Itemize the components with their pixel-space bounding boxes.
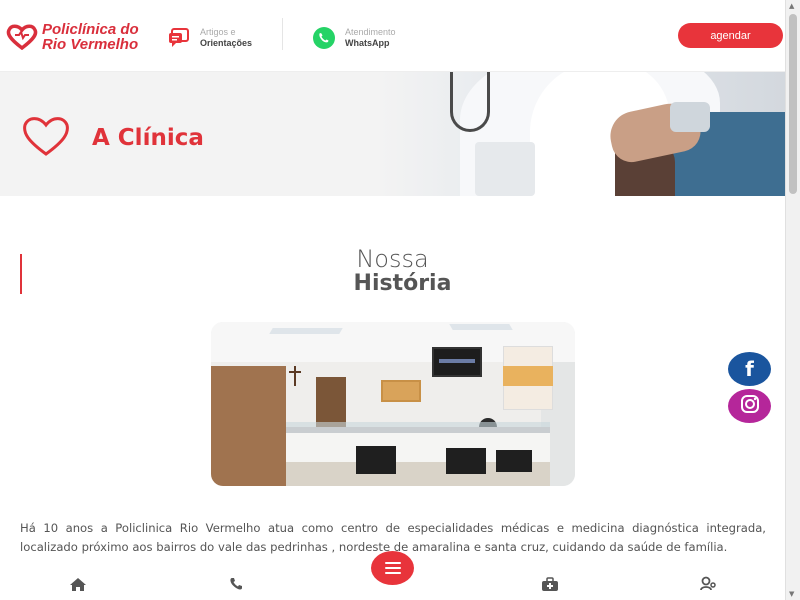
menu-icon-bar	[384, 562, 401, 564]
agendar-button[interactable]: agendar	[678, 23, 783, 48]
whatsapp-link-label: WhatsApp	[345, 38, 390, 48]
menu-icon-bar	[384, 567, 401, 569]
whatsapp-link-small: Atendimento	[345, 27, 396, 37]
logo-heart-icon	[6, 24, 38, 51]
medkit-icon[interactable]	[541, 576, 559, 592]
menu-button[interactable]	[371, 551, 414, 585]
articles-link-label: Orientações	[200, 38, 253, 48]
logo-line2: Rio Vermelho	[42, 36, 139, 53]
chat-card-icon	[166, 25, 192, 51]
phone-icon[interactable]	[227, 576, 245, 592]
header-divider	[282, 18, 283, 50]
menu-icon-bar	[384, 572, 401, 574]
reception-photo	[211, 322, 575, 486]
section-heading-light: Nossa	[356, 245, 429, 273]
scrollbar[interactable]: ▲ ▼	[785, 0, 800, 600]
whatsapp-link[interactable]: Atendimento WhatsApp	[311, 25, 396, 51]
logo[interactable]: Policlínica do Rio Vermelho	[6, 22, 139, 52]
articles-link-small: Artigos e	[200, 27, 236, 37]
doctor-patient-photo	[380, 72, 785, 196]
instagram-button[interactable]	[728, 389, 771, 423]
scrollbar-thumb[interactable]	[789, 14, 797, 194]
page-banner: A Clínica	[0, 72, 785, 196]
instagram-icon	[740, 394, 760, 419]
page-title: A Clínica	[92, 125, 204, 151]
site-header: Policlínica do Rio Vermelho Artigos e Or…	[0, 0, 785, 72]
heart-outline-icon	[20, 114, 72, 162]
scroll-down-arrow-icon[interactable]: ▼	[789, 590, 794, 598]
facebook-button[interactable]: f	[728, 352, 771, 386]
whatsapp-icon	[311, 25, 337, 51]
doctor-icon[interactable]	[699, 576, 717, 592]
logo-line1: Policlínica do	[42, 21, 139, 38]
scroll-up-arrow-icon[interactable]: ▲	[789, 2, 794, 10]
facebook-icon: f	[745, 357, 754, 381]
articles-link[interactable]: Artigos e Orientações	[166, 25, 252, 51]
section-heading-bold: História	[353, 271, 452, 296]
home-icon[interactable]	[69, 576, 87, 592]
